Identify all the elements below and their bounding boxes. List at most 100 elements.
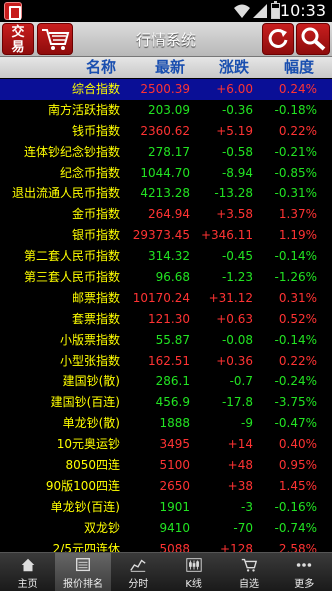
status-time: 10:33: [279, 1, 326, 20]
column-change-header[interactable]: 涨跌: [219, 57, 249, 78]
quote-last-price: 2360.62: [140, 123, 190, 138]
quote-change-percent: -0.21%: [274, 144, 317, 159]
quote-change-percent: -0.16%: [274, 499, 317, 514]
quote-change: -13.28: [214, 186, 253, 201]
nav-item-kline[interactable]: K线: [166, 553, 221, 591]
quote-row[interactable]: 单龙钞(百连) 1901 -3 -0.16%: [0, 497, 332, 518]
quote-change: +5.19: [216, 123, 253, 138]
quote-row[interactable]: 8050四连 5100 +48 0.95%: [0, 455, 332, 476]
ranking-icon: [76, 558, 90, 572]
quote-change: +38: [227, 478, 253, 493]
quote-row[interactable]: 钱币指数 2360.62 +5.19 0.22%: [0, 121, 332, 142]
quote-name: 10元奥运钞: [56, 437, 120, 452]
nav-label: K线: [185, 579, 202, 590]
quote-change-percent: -0.24%: [274, 374, 317, 389]
nav-label: 更多: [294, 579, 315, 590]
more-icon: [297, 563, 312, 567]
quote-change: -17.8: [221, 395, 253, 410]
column-name-header[interactable]: 名称: [86, 57, 116, 78]
quote-row[interactable]: 90版100四连 2650 +38 1.45%: [0, 476, 332, 497]
nav-item-more[interactable]: 更多: [277, 553, 332, 591]
title-bar: 交 易 行情系统: [0, 22, 332, 57]
quote-change-percent: -0.18%: [274, 102, 317, 117]
quote-last-price: 1888: [159, 416, 190, 431]
quote-row[interactable]: 退出流通人民币指数 4213.28 -13.28 -0.31%: [0, 183, 332, 204]
quote-change: +0.63: [216, 311, 253, 326]
quote-last-price: 278.17: [148, 144, 190, 159]
refresh-icon: [268, 28, 288, 48]
quote-row[interactable]: 建国钞(散) 286.1 -0.7 -0.24%: [0, 371, 332, 392]
quote-last-price: 2650: [159, 478, 190, 493]
quote-row[interactable]: 综合指数 2500.39 +6.00 0.24%: [0, 79, 332, 100]
quote-change-percent: -0.14%: [274, 249, 317, 264]
quote-last-price: 286.1: [155, 374, 190, 389]
quote-row[interactable]: 第三套人民币指数 96.68 -1.23 -1.26%: [0, 267, 332, 288]
nav-item-ranking[interactable]: 报价排名: [55, 553, 111, 591]
quote-row[interactable]: 第二套人民币指数 314.32 -0.45 -0.14%: [0, 246, 332, 267]
nav-label: 主页: [17, 579, 38, 590]
quote-name: 邮票指数: [71, 290, 120, 305]
quote-name: 建国钞(百连): [50, 395, 120, 410]
quote-last-price: 10170.24: [132, 290, 190, 305]
battery-icon: [271, 1, 280, 19]
quote-change-percent: 0.52%: [278, 311, 317, 326]
quote-row[interactable]: 套票指数 121.30 +0.63 0.52%: [0, 309, 332, 330]
quote-name: 第三套人民币指数: [23, 270, 120, 285]
nav-item-timeshare[interactable]: 分时: [111, 553, 166, 591]
nav-item-watchlist-cart[interactable]: 自选: [221, 553, 276, 591]
quote-last-price: 2500.39: [140, 82, 190, 96]
search-button[interactable]: [296, 23, 330, 55]
quote-row[interactable]: 建国钞(百连) 456.9 -17.8 -3.75%: [0, 392, 332, 413]
column-pct-header[interactable]: 幅度: [284, 57, 314, 78]
column-last-header[interactable]: 最新: [155, 57, 185, 78]
quote-row[interactable]: 单龙钞(散) 1888 -9 -0.47%: [0, 413, 332, 434]
quote-last-price: 1901: [159, 499, 190, 514]
quote-row[interactable]: 纪念币指数 1044.70 -8.94 -0.85%: [0, 163, 332, 184]
quote-name: 8050四连: [65, 458, 120, 473]
quote-change-percent: 1.19%: [278, 228, 317, 243]
quote-last-price: 264.94: [148, 207, 190, 222]
quote-row[interactable]: 小型张指数 162.51 +0.36 0.22%: [0, 351, 332, 372]
quote-row[interactable]: 金币指数 264.94 +3.58 1.37%: [0, 204, 332, 225]
quote-last-price: 5100: [159, 458, 190, 473]
quote-change-percent: 1.45%: [278, 478, 317, 493]
search-icon: [301, 27, 326, 51]
nav-label: 报价排名: [62, 579, 103, 590]
quote-change: +31.12: [208, 290, 253, 305]
quote-last-price: 4213.28: [140, 186, 190, 201]
quote-change: -0.08: [221, 332, 253, 347]
quote-row[interactable]: 邮票指数 10170.24 +31.12 0.31%: [0, 288, 332, 309]
quote-last-price: 29373.45: [132, 228, 190, 243]
quote-row[interactable]: 连体钞纪念钞指数 278.17 -0.58 -0.21%: [0, 142, 332, 163]
quote-row[interactable]: 小版票指数 55.87 -0.08 -0.14%: [0, 330, 332, 351]
quote-change-percent: -0.85%: [274, 165, 317, 180]
refresh-button[interactable]: [262, 23, 294, 55]
quote-last-price: 3495: [159, 437, 190, 452]
quote-row[interactable]: 10元奥运钞 3495 +14 0.40%: [0, 434, 332, 455]
quote-row[interactable]: 南方活跃指数 203.09 -0.36 -0.18%: [0, 100, 332, 121]
quote-row[interactable]: 银币指数 29373.45 +346.11 1.19%: [0, 225, 332, 246]
quote-change: -8.94: [221, 165, 253, 180]
quote-name: 纪念币指数: [59, 165, 120, 180]
quote-name: 南方活跃指数: [47, 102, 120, 117]
quote-name: 90版100四连: [45, 478, 120, 493]
quote-change: -0.45: [221, 249, 253, 264]
quote-name: 双龙钞: [83, 520, 120, 535]
quote-change: +48: [227, 458, 253, 473]
nav-item-home[interactable]: 主页: [0, 553, 55, 591]
quote-change-percent: 0.22%: [278, 123, 317, 138]
quote-row[interactable]: 双龙钞 9410 -70 -0.74%: [0, 518, 332, 539]
quote-change-percent: 0.22%: [278, 353, 317, 368]
quote-change: -70: [233, 520, 253, 535]
quote-name: 银币指数: [71, 228, 120, 243]
quote-change-percent: -0.31%: [274, 186, 317, 201]
quote-change: -0.36: [221, 102, 253, 117]
column-header: 名称 最新 涨跌 幅度: [0, 57, 332, 78]
quote-change: -0.7: [229, 374, 253, 389]
quote-change: -3: [241, 499, 253, 514]
quote-name: 综合指数: [71, 82, 120, 96]
status-bar: 10:33: [0, 0, 332, 22]
quote-change-percent: -0.14%: [274, 332, 317, 347]
quote-last-price: 96.68: [155, 270, 190, 285]
signal-icon: [253, 4, 267, 18]
